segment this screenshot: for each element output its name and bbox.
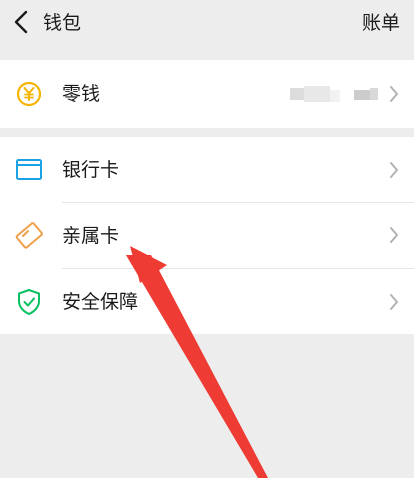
chevron-right-icon bbox=[388, 84, 400, 104]
yuan-coin-icon bbox=[14, 79, 44, 109]
family-card-icon bbox=[14, 220, 44, 250]
bill-button[interactable]: 账单 bbox=[362, 10, 400, 36]
chevron-left-icon bbox=[14, 10, 28, 34]
wallet-change-row[interactable]: 零钱 bbox=[0, 61, 414, 127]
chevron-right-icon bbox=[388, 292, 400, 312]
back-button[interactable] bbox=[6, 6, 38, 38]
menu-item-label: 亲属卡 bbox=[62, 225, 120, 247]
menu-item-label: 安全保障 bbox=[62, 291, 139, 313]
wallet-change-label: 零钱 bbox=[62, 83, 101, 105]
menu-item-security[interactable]: 安全保障 bbox=[0, 269, 414, 335]
wallet-group: 零钱 bbox=[0, 60, 414, 128]
top-bar: 钱包 账单 bbox=[0, 0, 414, 46]
menu-item-family-card[interactable]: 亲属卡 bbox=[0, 203, 414, 269]
page-title: 钱包 bbox=[43, 12, 82, 34]
balance-masked bbox=[290, 86, 380, 106]
bank-card-icon bbox=[14, 155, 44, 185]
shield-check-icon bbox=[14, 287, 44, 317]
menu-item-label: 银行卡 bbox=[62, 159, 120, 181]
menu-item-bank-card[interactable]: 银行卡 bbox=[0, 137, 414, 203]
chevron-right-icon bbox=[388, 160, 400, 180]
cards-group: 银行卡 亲属卡 安全保障 bbox=[0, 137, 414, 334]
chevron-right-icon bbox=[388, 225, 400, 245]
